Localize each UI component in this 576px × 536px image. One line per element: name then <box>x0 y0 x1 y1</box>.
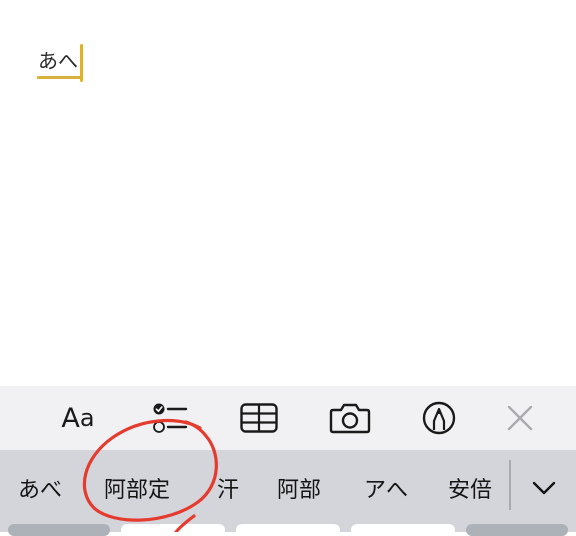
text-caret <box>80 44 83 82</box>
keyboard-row <box>0 524 576 536</box>
checklist-button[interactable] <box>146 398 192 438</box>
keyboard-key[interactable] <box>351 524 455 536</box>
candidate-item[interactable]: 安倍 <box>448 468 492 508</box>
candidate-item[interactable]: アへ <box>364 468 408 508</box>
keyboard-key[interactable] <box>466 524 568 536</box>
candidate-item[interactable]: 阿部定 <box>104 468 170 508</box>
chevron-down-icon <box>532 481 556 495</box>
candidate-divider <box>509 460 511 510</box>
note-editor[interactable]: あへ <box>0 0 576 386</box>
table-button[interactable] <box>238 398 280 438</box>
composing-underline <box>37 76 81 79</box>
keyboard-key[interactable] <box>121 524 225 536</box>
conversion-candidate-bar: あべ 阿部定 汗 阿部 アへ 安倍 <box>0 450 576 524</box>
candidate-item[interactable]: 阿部 <box>277 468 321 508</box>
camera-icon <box>329 403 371 434</box>
close-toolbar-button[interactable] <box>502 398 538 438</box>
text-format-button[interactable]: Aa <box>48 398 108 438</box>
candidate-item[interactable]: あべ <box>18 468 62 508</box>
keyboard-key[interactable] <box>8 524 110 536</box>
format-toolbar: Aa <box>0 386 576 450</box>
checklist-icon <box>153 403 188 433</box>
keyboard-key[interactable] <box>236 524 340 536</box>
composing-text: あへ <box>38 49 78 73</box>
camera-button[interactable] <box>328 398 372 438</box>
close-icon <box>507 405 533 431</box>
format-label-large: A <box>61 402 80 434</box>
table-icon <box>240 403 278 433</box>
markup-button[interactable] <box>419 398 459 438</box>
expand-candidates-button[interactable] <box>524 468 564 508</box>
candidate-item[interactable]: 汗 <box>217 468 239 508</box>
markup-pen-icon <box>422 401 456 435</box>
format-label-small: a <box>79 404 95 432</box>
